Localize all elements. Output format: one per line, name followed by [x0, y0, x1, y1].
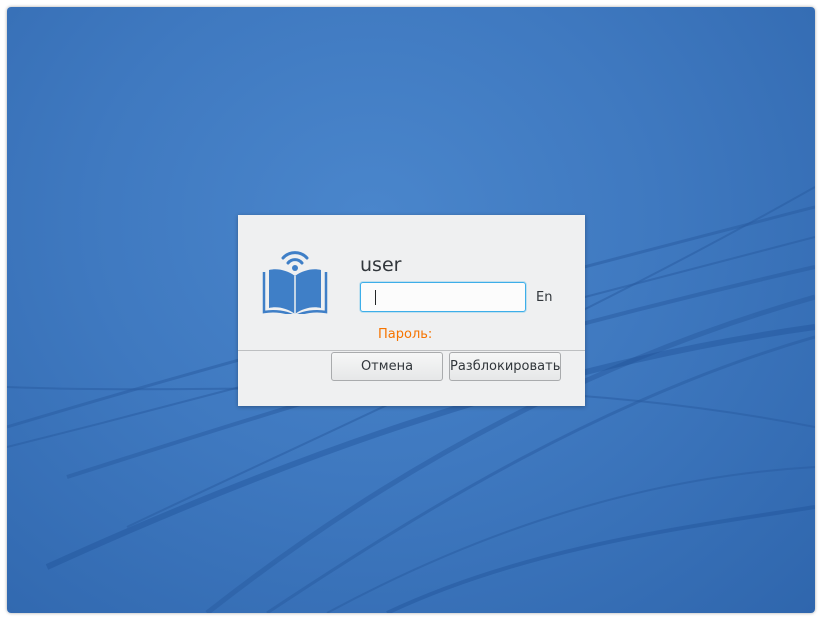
text-caret — [375, 290, 376, 305]
unlock-dialog: user En Пароль: Отмена Разблокировать — [238, 215, 585, 406]
password-label: Пароль: — [378, 327, 433, 342]
dialog-divider — [238, 350, 585, 351]
keyboard-layout-indicator[interactable]: En — [536, 290, 552, 305]
unlock-button[interactable]: Разблокировать — [449, 352, 561, 381]
password-field[interactable] — [360, 282, 526, 312]
username-label: user — [360, 254, 402, 276]
book-wifi-icon — [261, 242, 329, 318]
cancel-button[interactable]: Отмена — [331, 352, 443, 381]
lock-screen: user En Пароль: Отмена Разблокировать — [7, 7, 815, 613]
